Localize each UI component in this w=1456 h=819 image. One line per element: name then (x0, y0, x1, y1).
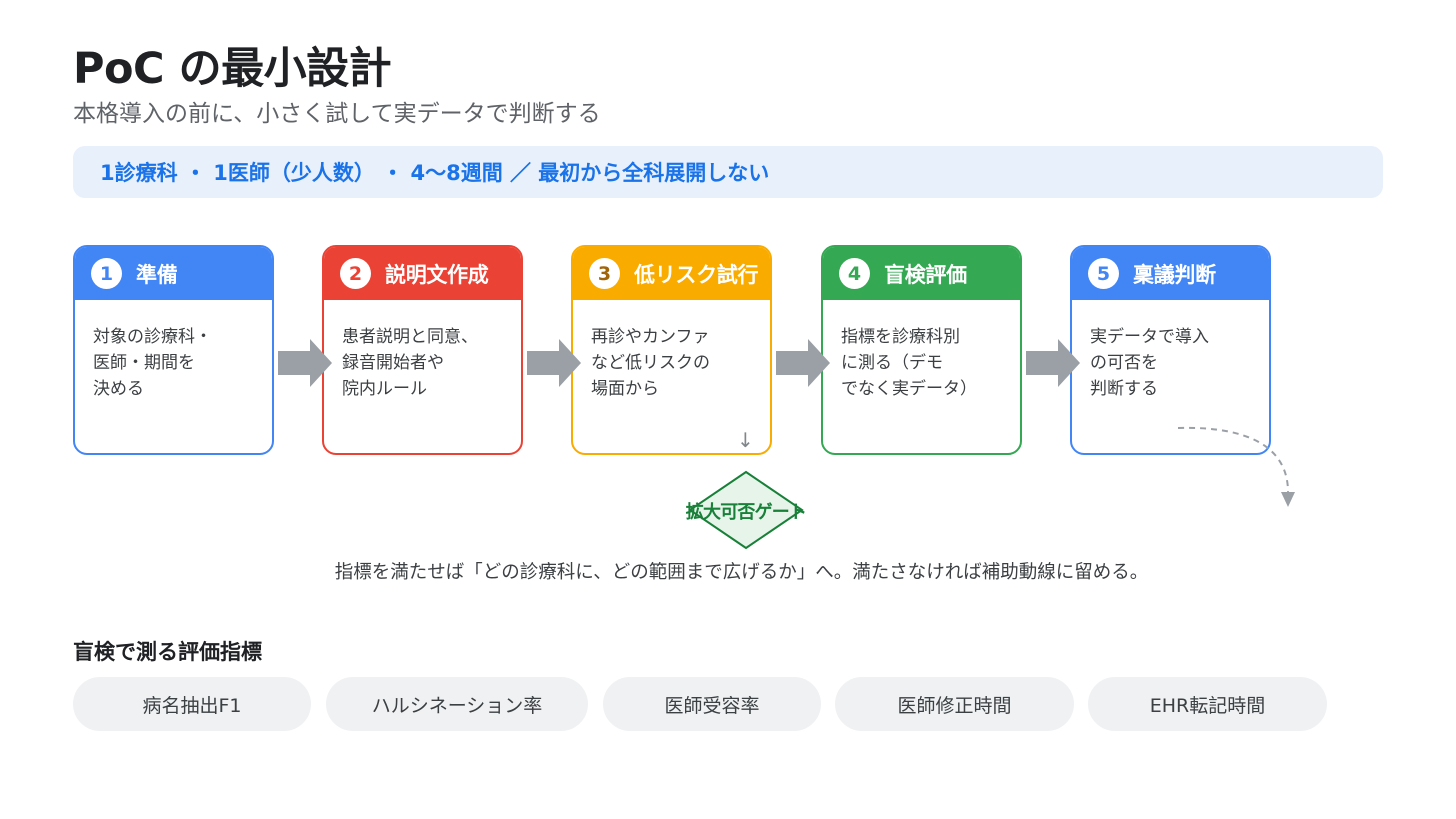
page-subtitle: 本格導入の前に、小さく試して実データで判断する (73, 101, 601, 127)
step-title: 盲検評価 (884, 262, 967, 287)
step-description-line: に測る（デモ (841, 353, 943, 373)
step-title: 準備 (136, 262, 178, 287)
step-description: 指標を診療科別 に測る（デモ でなく実データ） (823, 300, 1020, 402)
step-number-badge: 2 (340, 258, 371, 289)
step-header: 5 稟議判断 (1072, 247, 1269, 300)
step-description-line: 場面から (591, 379, 659, 399)
metric-pill: EHR転記時間 (1088, 677, 1327, 731)
step-card-low-risk-trial: 3 低リスク試行 再診やカンファ など低リスクの 場面から (571, 245, 772, 455)
gate-note: 指標を満たせば「どの診療科に、どの範囲まで広げるか」へ。満たさなければ補助動線に… (334, 562, 1149, 583)
step-description-line: 判断する (1090, 379, 1158, 399)
flow-arrow-icon (527, 339, 581, 387)
metric-pill: 医師修正時間 (835, 677, 1074, 731)
gate-label: 拡大可否ゲート (685, 502, 807, 523)
step-description: 再診やカンファ など低リスクの 場面から (573, 300, 770, 402)
step-description-line: 決める (93, 379, 144, 399)
metric-pill: 医師受容率 (603, 677, 821, 731)
step-header: 3 低リスク試行 (573, 247, 770, 300)
step-number-badge: 3 (589, 258, 620, 289)
step-description: 患者説明と同意、 録音開始者や 院内ルール (324, 300, 521, 402)
metric-pill: ハルシネーション率 (326, 677, 588, 731)
step-description-line: でなく実データ） (841, 379, 977, 399)
metric-pill: 病名抽出F1 (73, 677, 311, 731)
down-arrow-icon: ↓ (737, 428, 754, 452)
step-description-line: 対象の診療科・ (93, 327, 212, 347)
step-header: 2 説明文作成 (324, 247, 521, 300)
scope-banner-text: 1診療科 ・ 1医師（少人数） ・ 4〜8週間 ／ 最初から全科展開しない (100, 161, 770, 185)
step-description-line: 患者説明と同意、 (342, 327, 478, 347)
step-description: 実データで導入 の可否を 判断する (1072, 300, 1269, 402)
step-description-line: 実データで導入 (1090, 327, 1209, 347)
step-number-badge: 1 (91, 258, 122, 289)
flow-arrow-icon (1026, 339, 1080, 387)
step-title: 説明文作成 (385, 262, 489, 287)
step-description-line: 院内ルール (342, 379, 427, 399)
step-title: 低リスク試行 (634, 262, 759, 287)
curved-dashed-arrow-icon (1177, 426, 1295, 507)
step-description-line: 再診やカンファ (591, 327, 710, 347)
step-description-line: 録音開始者や (342, 353, 444, 373)
step-number-badge: 4 (839, 258, 870, 289)
flow-arrow-icon (278, 339, 332, 387)
step-card-explanation: 2 説明文作成 患者説明と同意、 録音開始者や 院内ルール (322, 245, 523, 455)
metrics-heading: 盲検で測る評価指標 (73, 640, 262, 664)
step-description: 対象の診療科・ 医師・期間を 決める (75, 300, 272, 402)
step-header: 4 盲検評価 (823, 247, 1020, 300)
flow-arrow-icon (776, 339, 830, 387)
step-header: 1 準備 (75, 247, 272, 300)
scope-banner: 1診療科 ・ 1医師（少人数） ・ 4〜8週間 ／ 最初から全科展開しない (73, 146, 1383, 198)
step-description-line: 医師・期間を (93, 353, 195, 373)
step-title: 稟議判断 (1133, 262, 1216, 287)
step-description-line: 指標を診療科別 (841, 327, 960, 347)
step-card-prepare: 1 準備 対象の診療科・ 医師・期間を 決める (73, 245, 274, 455)
step-card-blind-evaluation: 4 盲検評価 指標を診療科別 に測る（デモ でなく実データ） (821, 245, 1022, 455)
step-description-line: の可否を (1090, 353, 1158, 373)
step-description-line: など低リスクの (591, 353, 710, 373)
page-title: PoC の最小設計 (73, 44, 392, 94)
step-number-badge: 5 (1088, 258, 1119, 289)
